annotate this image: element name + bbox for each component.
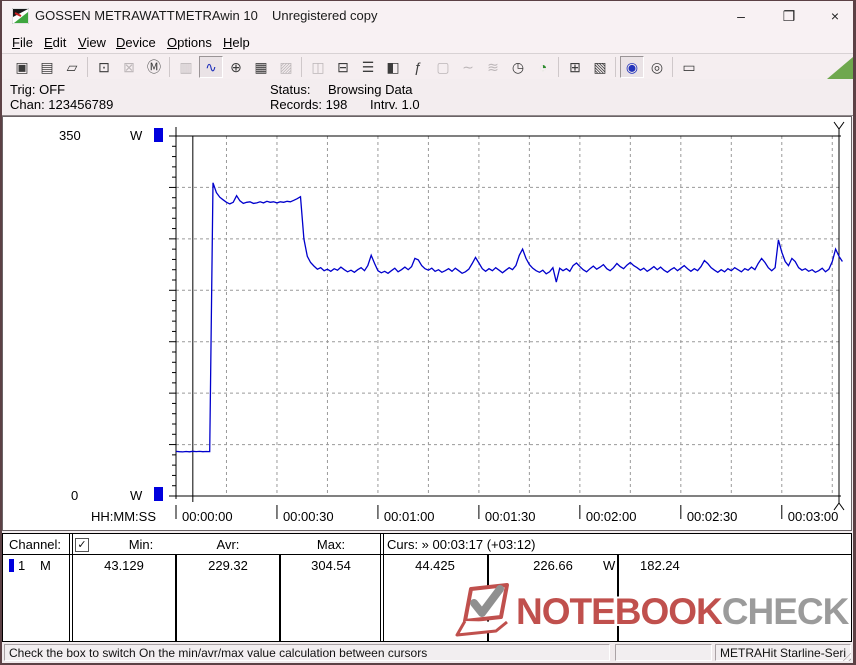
col-header-channel: Channel: <box>9 537 62 552</box>
copy-button: ◫ <box>306 56 330 78</box>
monitor-button[interactable]: ◧ <box>381 56 405 78</box>
cursor2-unit: W <box>603 558 616 573</box>
app-name: METRAwin 10 <box>175 8 258 23</box>
toolbar-separator <box>672 57 673 77</box>
channel-axis-marker <box>154 487 163 501</box>
x-tick-label: 00:01:00 <box>383 509 435 524</box>
trigger-status: Trig: OFF <box>10 82 66 97</box>
y-axis-min-label: 0 <box>71 488 79 503</box>
zoom-wave-button[interactable]: ◉ <box>620 56 644 78</box>
menu-bar: File Edit View Device Options Help <box>2 31 853 53</box>
minimize-button[interactable]: – <box>726 5 756 27</box>
trace-channel-1-power <box>175 182 843 453</box>
store-button[interactable]: ⊟ <box>331 56 355 78</box>
y-axis-max-label: 350 <box>59 128 81 143</box>
cursor-2-handle <box>838 121 845 130</box>
col-header-avr: Avr: <box>216 537 240 552</box>
print-preview-button[interactable]: ⊞ <box>563 56 587 78</box>
statusbar-middle <box>615 644 712 661</box>
menu-device[interactable]: Device <box>112 34 160 51</box>
status-value: Browsing Data <box>328 82 413 97</box>
channel-list-button[interactable]: ☰ <box>356 56 380 78</box>
print-button[interactable]: ▧ <box>588 56 612 78</box>
toolbar: ▣ ▤ ▱ ⊡ ⊠ Ⓜ ▥ ∿ ⊕ ▦ ▨ ◫ ⊟ ☰ ◧ ƒ ▢ ∼ ≋ ◷ ◔ ⊞ ▧ ◉ ◎ ▭ <box>2 53 853 80</box>
app-window: GOSSEN METRAWATT METRAwin 10 Unregistere… <box>0 0 856 665</box>
channel-color-marker <box>9 559 14 572</box>
status-panel: Trig: OFF Chan: 123456789 Status: Browsi… <box>2 79 853 116</box>
numeric-display-button: ▥ <box>174 56 198 78</box>
max-value: 304.54 <box>311 558 351 573</box>
x-tick-label: 00:00:30 <box>282 509 334 524</box>
cursor-diff-value: 182.24 <box>640 558 680 573</box>
x-tick-label: 00:01:30 <box>484 509 536 524</box>
x-tick-label: 00:02:30 <box>686 509 738 524</box>
time-sync-button[interactable]: ◷ <box>506 56 530 78</box>
zoom-lens-button[interactable]: ◎ <box>645 56 669 78</box>
menu-file[interactable]: File <box>8 34 37 51</box>
timer-button[interactable]: ◔ <box>531 56 555 78</box>
device-panel-button: ▢ <box>431 56 455 78</box>
records-count: Records: 198 <box>270 97 348 112</box>
y-axis-unit-bottom: W <box>130 488 143 503</box>
menu-edit[interactable]: Edit <box>40 34 70 51</box>
toolbar-separator <box>301 57 302 77</box>
minmax-checkbox[interactable]: ✓ <box>75 538 89 552</box>
histogram-button: ▨ <box>274 56 298 78</box>
x-axis-format-label: HH:MM:SS <box>91 509 156 524</box>
maximize-button[interactable]: ❐ <box>774 5 804 27</box>
read-device-button[interactable]: ⊡ <box>92 56 116 78</box>
clear-device-button: ⊠ <box>117 56 141 78</box>
avr-value: 229.32 <box>208 558 248 573</box>
title-bar: GOSSEN METRAWATT METRAwin 10 Unregistere… <box>2 1 853 31</box>
cursor2-value: 226.66 <box>533 558 573 573</box>
statusbar-message: Check the box to switch On the min/avr/m… <box>4 644 610 661</box>
formula-button[interactable]: ƒ <box>406 56 430 78</box>
save-button[interactable]: ▣ <box>10 56 34 78</box>
wave-dense-button: ≋ <box>481 56 505 78</box>
menu-options[interactable]: Options <box>163 34 216 51</box>
channel-status: Chan: 123456789 <box>10 97 114 112</box>
save-as-button[interactable]: ▤ <box>35 56 59 78</box>
corner-triangle-icon <box>827 57 853 79</box>
wave-button: ∼ <box>456 56 480 78</box>
x-tick-label: 00:03:00 <box>787 509 839 524</box>
cursor-button[interactable]: ⊕ <box>224 56 248 78</box>
toolbar-separator <box>615 57 616 77</box>
memory-read-button[interactable]: Ⓜ <box>142 56 166 78</box>
cursor-2-handle <box>838 502 845 511</box>
statusbar-device: METRAHit Starline-Seri <box>715 644 851 661</box>
col-header-min: Min: <box>128 537 154 552</box>
x-tick-label: 00:00:00 <box>182 509 233 524</box>
channel-table: Channel: ✓ Min: Avr: Max: Curs: » 00:03:… <box>2 533 852 642</box>
open-button[interactable]: ▱ <box>60 56 84 78</box>
col-header-cursor: Curs: » 00:03:17 (+03:12) <box>387 537 536 552</box>
channel-number: 1 <box>18 558 26 573</box>
table-view-button[interactable]: ▦ <box>249 56 273 78</box>
interval-value: Intrv. 1.0 <box>370 97 420 112</box>
cursor-2-handle <box>833 121 840 130</box>
cursor1-value: 44.425 <box>415 558 455 573</box>
menu-view[interactable]: View <box>74 34 110 51</box>
y-axis-unit-top: W <box>130 128 143 143</box>
chart-view-button[interactable]: ∿ <box>199 56 223 78</box>
close-button[interactable]: × <box>820 5 850 27</box>
col-header-max: Max: <box>316 537 346 552</box>
status-label: Status: <box>270 82 311 97</box>
window-inner: GOSSEN METRAWATT METRAwin 10 Unregistere… <box>2 1 853 663</box>
status-bar: Check the box to switch On the min/avr/m… <box>2 643 853 663</box>
x-tick-label: 00:02:00 <box>585 509 637 524</box>
app-icon <box>12 8 29 24</box>
chart-panel: 350 W 0 W HH:MM:SS 00:00:00 00:00:30 00:01… <box>2 116 852 531</box>
min-value: 43.129 <box>104 558 144 573</box>
menu-help[interactable]: Help <box>219 34 254 51</box>
toolbar-separator <box>169 57 170 77</box>
power-chart <box>154 121 845 519</box>
toolbar-separator <box>87 57 88 77</box>
channel-axis-marker <box>154 128 163 142</box>
tooltip-button[interactable]: ▭ <box>677 56 701 78</box>
app-title: GOSSEN METRAWATT <box>35 8 175 23</box>
channel-mode: M <box>40 558 51 573</box>
toolbar-separator <box>558 57 559 77</box>
license-status: Unregistered copy <box>272 8 378 23</box>
